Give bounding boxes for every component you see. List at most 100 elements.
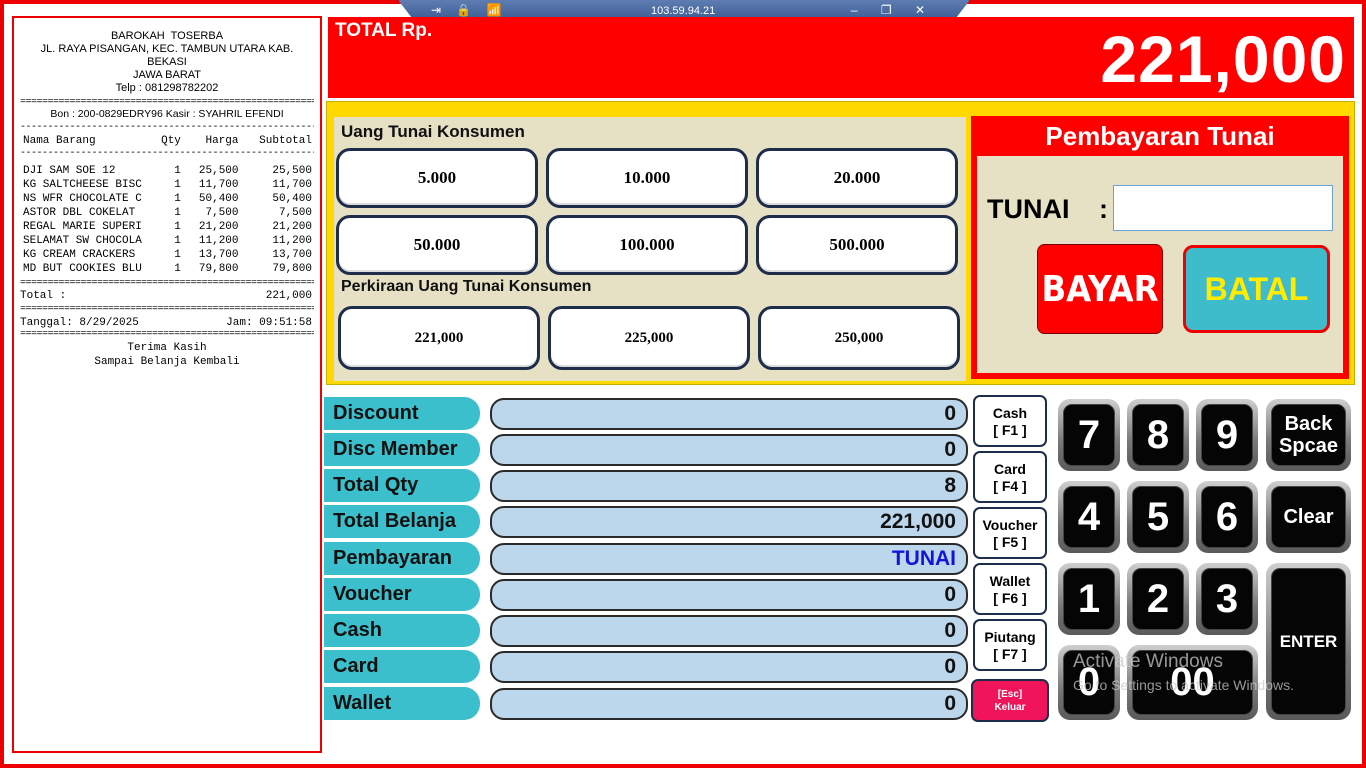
summary-label: Card [324,650,480,683]
tunai-input[interactable] [1113,185,1333,231]
item-price: 7,500 [205,207,239,219]
summary-row-card: Card 0 [324,650,970,683]
summary-label: Voucher [324,578,480,611]
thanks-line-2: Sampai Belanja Kembali [94,356,240,368]
key-3[interactable]: 3 [1196,563,1258,635]
denom-button-20000[interactable]: 20.000 [756,148,958,208]
key-9[interactable]: 9 [1196,399,1258,471]
summary-row-total-qty: Total Qty 8 [324,469,970,502]
method-cash-button[interactable]: Cash [ F1 ] [973,395,1047,447]
key-7[interactable]: 7 [1058,399,1120,471]
denom-button-10000[interactable]: 10.000 [546,148,748,208]
exit-label: Keluar [994,702,1026,713]
key-1[interactable]: 1 [1058,563,1120,635]
estimate-button-3[interactable]: 250,000 [758,306,960,370]
key-2[interactable]: 2 [1127,563,1189,635]
receipt-total-label: Total : [20,290,67,302]
bayar-button[interactable]: BAYAR [1037,244,1163,334]
summary-label: Cash [324,614,480,647]
method-key: [ F6 ] [993,590,1027,606]
summary-value: 221,000 [490,506,968,538]
method-piutang-button[interactable]: Piutang [ F7 ] [973,619,1047,671]
cash-title: Uang Tunai Konsumen [341,122,525,141]
col-subtotal: Subtotal [259,135,312,147]
separator: ----------------------------------------… [20,150,314,158]
summary-row-wallet: Wallet 0 [324,687,970,720]
backspace-line-1: Back [1284,413,1333,435]
denom-button-100000[interactable]: 100.000 [546,215,748,275]
key-4[interactable]: 4 [1058,481,1120,553]
key-face: 1 [1063,568,1115,630]
col-name: Nama Barang [23,135,96,147]
method-key: [ F5 ] [993,534,1027,550]
summary-row-total-belanja: Total Belanja 221,000 [324,505,970,538]
item-qty: 1 [174,207,181,219]
key-8[interactable]: 8 [1127,399,1189,471]
key-face: Clear [1271,486,1346,548]
total-bar: TOTAL Rp. 221,000 [328,17,1354,98]
method-wallet-button[interactable]: Wallet [ F6 ] [973,563,1047,615]
key-face: 4 [1063,486,1115,548]
col-price: Harga [205,135,239,147]
summary-value: TUNAI [490,543,968,575]
tunai-label: TUNAI [987,194,1070,224]
method-label: Voucher [982,517,1038,533]
denom-button-5000[interactable]: 5.000 [336,148,538,208]
receipt-panel: BAROKAH TOSERBA JL. RAYA PISANGAN, KEC. … [12,16,322,753]
item-name: REGAL MARIE SUPERI [23,221,142,233]
estimate-button-1[interactable]: 221,000 [338,306,540,370]
method-voucher-button[interactable]: Voucher [ F5 ] [973,507,1047,559]
col-qty: Qty [161,135,181,147]
backspace-key[interactable]: Back Spcae [1266,399,1351,471]
summary-label: Total Belanja [324,505,480,538]
denom-button-500000[interactable]: 500.000 [756,215,958,275]
store-phone: Telp : 081298782202 [115,82,219,94]
item-qty: 1 [174,165,181,177]
batal-button[interactable]: BATAL [1183,245,1330,333]
enter-key[interactable]: ENTER [1266,563,1351,720]
item-subtotal: 50,400 [272,193,312,205]
summary-value: 0 [490,434,968,466]
summary-value: 8 [490,470,968,502]
denom-button-50000[interactable]: 50.000 [336,215,538,275]
key-face: 8 [1132,404,1184,466]
summary-label: Pembayaran [324,542,480,575]
tunai-colon: : [1099,194,1108,224]
key-6[interactable]: 6 [1196,481,1258,553]
item-qty: 1 [174,249,181,261]
receipt-item: KG CREAM CRACKERS 1 13,700 13,700 [20,248,314,262]
key-face: Back Spcae [1271,404,1346,466]
cash-payment-panel: Pembayaran Tunai TUNAI : BAYAR BATAL [971,116,1349,379]
estimate-button-2[interactable]: 225,000 [548,306,750,370]
item-name: DJI SAM SOE 12 [23,165,116,177]
key-5[interactable]: 5 [1127,481,1189,553]
watermark-line-2: Go to Settings to activate Windows. [1073,677,1294,693]
summary-label: Wallet [324,687,480,720]
receipt-datetime: Tanggal: 8/29/2025 Jam: 09:51:58 [20,315,314,331]
item-subtotal: 11,200 [272,235,312,247]
item-name: NS WFR CHOCOLATE C [23,193,142,205]
separator: ----------------------------------------… [20,124,314,132]
item-subtotal: 79,800 [272,263,312,275]
item-subtotal: 25,500 [272,165,312,177]
separator: ========================================… [20,99,314,107]
method-key: [ F4 ] [993,478,1027,494]
receipt-item: ASTOR DBL COKELAT 1 7,500 7,500 [20,206,314,220]
item-price: 25,500 [198,165,239,177]
item-name: KG CREAM CRACKERS [23,249,136,261]
summary-row-voucher: Voucher 0 [324,578,970,611]
window-controls[interactable]: ‒ ❐ ✕ [851,3,935,17]
method-card-button[interactable]: Card [ F4 ] [973,451,1047,503]
exit-button[interactable]: [Esc] Keluar [971,679,1049,722]
receipt-header: BAROKAH TOSERBA JL. RAYA PISANGAN, KEC. … [20,30,314,95]
summary-label: Total Qty [324,469,480,502]
summary-value: 0 [490,615,968,647]
connection-icons[interactable]: ⇥ 🔒 📶 [431,3,508,17]
remote-ip: 103.59.94.21 [651,5,716,17]
key-face: 9 [1201,404,1253,466]
receipt-item: SELAMAT SW CHOCOLA 1 11,200 11,200 [20,234,314,248]
summary-label: Disc Member [324,433,480,466]
estimate-title: Perkiraan Uang Tunai Konsumen [341,278,592,295]
clear-key[interactable]: Clear [1266,481,1351,553]
payment-inner: TUNAI : BAYAR BATAL [977,156,1343,373]
